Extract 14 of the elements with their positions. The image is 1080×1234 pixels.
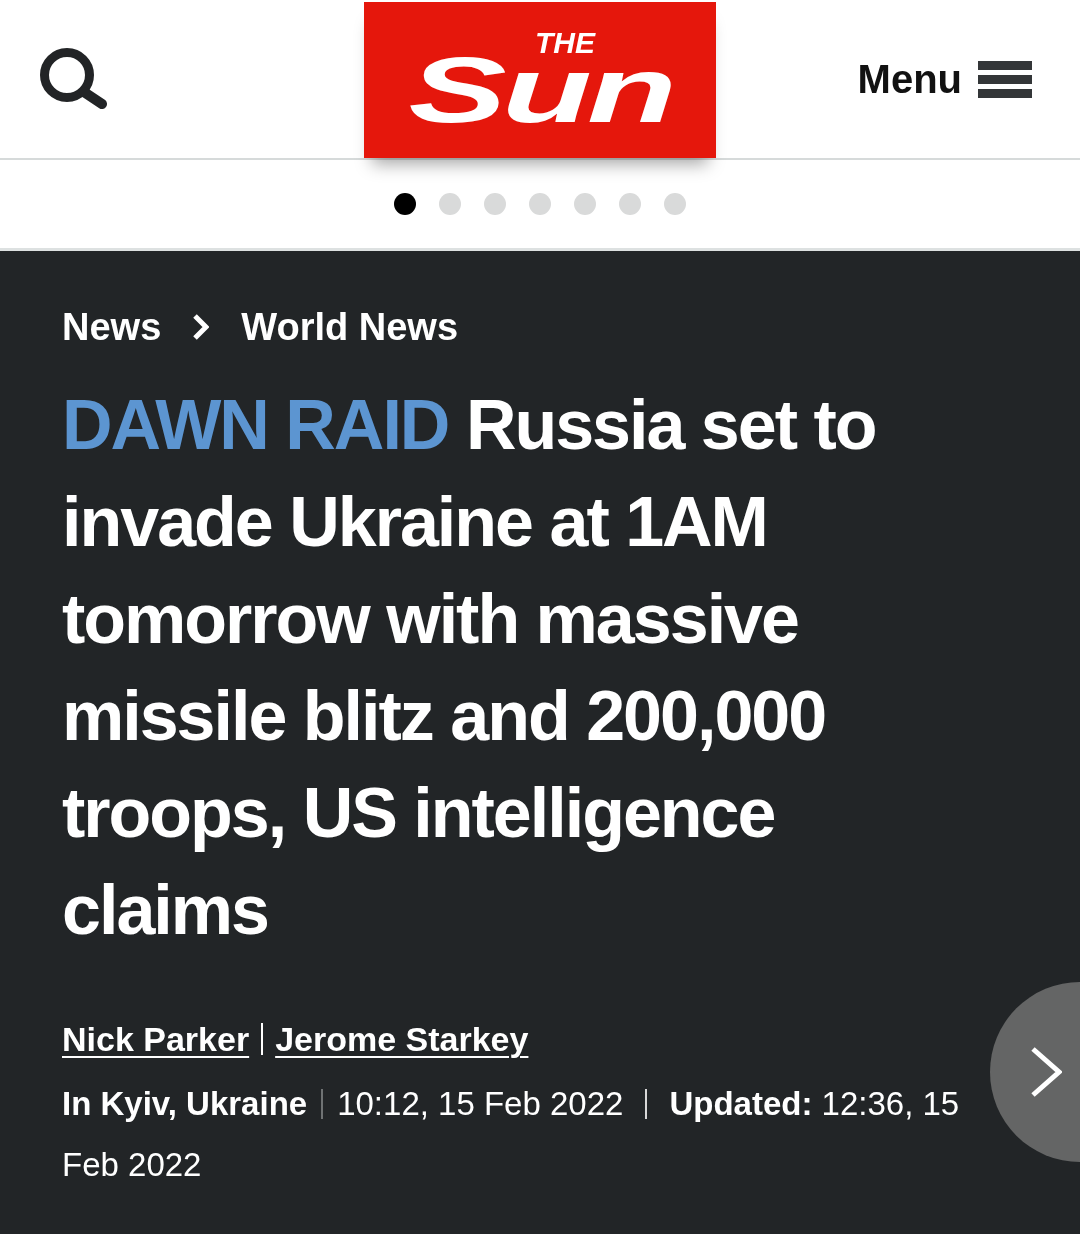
- author-link[interactable]: Jerome Starkey: [275, 1017, 529, 1061]
- dateline-text: In Kyiv, Ukraine 10:12, 15 Feb 2022 Updated: 12:36, 15 Feb 2022: [62, 1084, 961, 1185]
- menu-button[interactable]: Menu: [857, 55, 1032, 103]
- search-icon: [40, 48, 108, 110]
- search-button[interactable]: [40, 48, 108, 110]
- breadcrumb-link[interactable]: World News: [241, 303, 459, 351]
- chevron-right-icon: [193, 314, 210, 340]
- logo-small-text: THE: [535, 32, 595, 55]
- logo-wordmark: Sun: [408, 56, 672, 125]
- headline: DAWN RAID Russia set to invade Ukraine at 1AM tomorrow with massive missile blitz and 200,000 troops, US intelligence claims: [62, 385, 877, 951]
- breadcrumb-link[interactable]: News: [62, 303, 162, 351]
- menu-icon: [978, 60, 1032, 98]
- chevron-right-icon: [1030, 1046, 1062, 1098]
- author-link[interactable]: Nick Parker: [62, 1017, 250, 1061]
